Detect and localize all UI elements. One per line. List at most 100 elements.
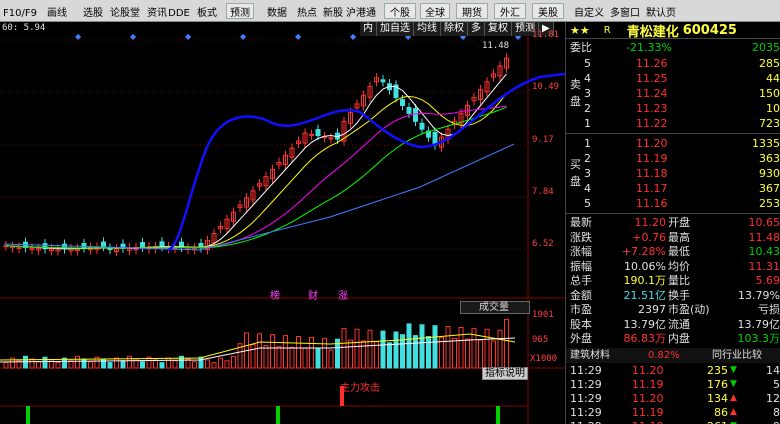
volume-bar [322, 337, 327, 369]
toolbar-item[interactable]: 新股 [320, 0, 346, 21]
chart-tab[interactable]: 均线 [414, 22, 441, 36]
toolbar-item[interactable]: 论股堂 [108, 0, 142, 21]
stat-row: 最新 11.20 开盘 10.65 [566, 215, 780, 230]
toolbar-item[interactable]: 数据 [264, 0, 290, 21]
volume-bar [36, 361, 41, 369]
toolbar-item[interactable]: 板式 [194, 0, 220, 21]
stat-label: 换手 [668, 288, 690, 302]
toolbar-item[interactable]: 美股 [532, 3, 564, 19]
ma30-line [5, 106, 507, 249]
volume-bar [75, 355, 80, 369]
ask-price: 11.22 [636, 117, 668, 130]
bid-volume: 1335 [752, 137, 780, 150]
chart-tab[interactable]: 内 [360, 22, 377, 36]
ask-level: 4 [584, 72, 591, 85]
toolbar-item[interactable]: 热点 [294, 0, 320, 21]
volume-bar [114, 357, 119, 369]
period-marker: ◆ [240, 32, 247, 41]
stat-label: 总手 [570, 274, 592, 287]
arrow-down-icon: ▼ [730, 419, 737, 424]
signal-label: 主力攻击 [340, 383, 380, 394]
tick-row: 11:29 11.19 86 ▲ 8 [566, 405, 780, 420]
volume-tab[interactable]: 成交量 [460, 301, 530, 314]
toolbar-item[interactable]: F10/F9 [2, 0, 38, 21]
toolbar-item[interactable]: 多窗口 [608, 0, 642, 21]
chart-tab[interactable]: 复权 [485, 22, 512, 36]
chart-tab-bar: 内加自选 均线 除权多复权 预测 ▶ [360, 22, 554, 36]
candle-body [328, 137, 334, 140]
stat-row: 涨跌 +0.76 最高 11.48 [566, 230, 780, 245]
ask-price: 11.24 [636, 87, 668, 100]
margin-tag: R [603, 24, 611, 36]
volume-bar [452, 337, 457, 369]
volume-bar [127, 355, 132, 369]
toolbar-item[interactable]: 选股 [80, 0, 106, 21]
stock-title-bar: ★★ R 青松建化 600425 [566, 22, 780, 40]
stat-label: 外盘 [570, 332, 592, 345]
candle-body [380, 79, 386, 83]
event-marker-zhang[interactable]: 涨 [338, 287, 348, 302]
toolbar-item[interactable]: 预测 [226, 3, 254, 19]
tick-time: 11:29 [570, 419, 602, 424]
stat-label: 最低 [668, 245, 690, 258]
toolbar-item[interactable]: DDE [168, 0, 190, 21]
candle-body [101, 241, 106, 247]
toolbar-item[interactable]: 默认页 [644, 0, 678, 21]
event-marker-bang[interactable]: 榜 [270, 287, 280, 302]
bid-price: 11.18 [636, 167, 668, 180]
ask-volume: 150 [759, 87, 780, 100]
volume-bar [224, 360, 230, 369]
toolbar-item[interactable]: 沪港通 [344, 0, 378, 21]
toolbar-item[interactable]: 资讯 [144, 0, 170, 21]
volume-axis-label: 1901 [532, 310, 554, 320]
stat-value: 11.31 [748, 259, 780, 273]
toolbar-item[interactable]: 外汇 [494, 3, 526, 19]
stat-value: 10.65 [748, 216, 780, 229]
toolbar-item[interactable]: 全球 [420, 3, 450, 19]
stat-row: 总手 190.1万 量比 5.69 [566, 273, 780, 288]
chart-tab[interactable]: 多 [468, 22, 485, 36]
tick-time: 11:29 [570, 405, 602, 419]
event-marker-cai[interactable]: 财 [308, 287, 318, 302]
volume-bar [309, 336, 314, 369]
bid-volume: 930 [759, 167, 780, 180]
candle-body [140, 242, 145, 248]
toolbar-item[interactable]: 期货 [456, 3, 488, 19]
bid-level: 3 [584, 167, 591, 180]
ask-price: 11.26 [636, 57, 668, 70]
chart-tab[interactable]: 除权 [441, 22, 468, 36]
indicator-explain-button[interactable]: 指标说明 [482, 367, 528, 380]
stat-value: 11.20 [634, 216, 667, 229]
toolbar-item[interactable]: 个股 [384, 3, 416, 19]
volume-bar [283, 335, 288, 369]
volume-bar [315, 348, 321, 369]
weibi-label: 委比 [570, 41, 592, 54]
kline-chart[interactable]: ◆ ◆ ◆ ◆ ◆ ◆ ◆ ◆ ◆ 内加自选 均线 除权多复权 预测 ▶ 60: 5.94 11.81 … [0, 22, 565, 424]
star-icon[interactable]: ★★ [570, 24, 590, 37]
volume-bar [419, 324, 425, 369]
arrow-up-icon: ▲ [730, 406, 737, 417]
volume-axis-label: 965 [532, 335, 549, 345]
stock-name: 青松建化 [626, 24, 679, 40]
period-marker: ◆ [185, 32, 192, 41]
candle-body [309, 133, 314, 136]
volume-bar [166, 357, 171, 369]
chart-tab[interactable]: 加自选 [377, 22, 414, 36]
stat-label: 均价 [668, 259, 690, 273]
volume-bar [426, 336, 431, 369]
bid-side-label: 买盘 [570, 158, 581, 188]
tick-count: 9 [744, 419, 780, 424]
toolbar-item[interactable]: 画线 [44, 0, 70, 21]
divider [566, 133, 780, 134]
high-price-marker: 11.48 [482, 41, 510, 51]
stat-value: 13.79亿 [737, 317, 780, 331]
industry-compare-link[interactable]: 同行业比较 [712, 348, 762, 363]
ask-volume: 723 [759, 117, 780, 130]
stat-label: 金额 [570, 288, 592, 302]
toolbar-item[interactable]: 自定义 [572, 0, 606, 21]
quote-panel: ★★ R 青松建化 600425 委比 -21.33% 2035 5 11.26 285 4… [565, 22, 780, 424]
weibi-value: -21.33% [626, 41, 672, 54]
candle-body [159, 241, 165, 248]
volume-bar [211, 362, 217, 369]
bid-level: 1 [584, 137, 591, 150]
